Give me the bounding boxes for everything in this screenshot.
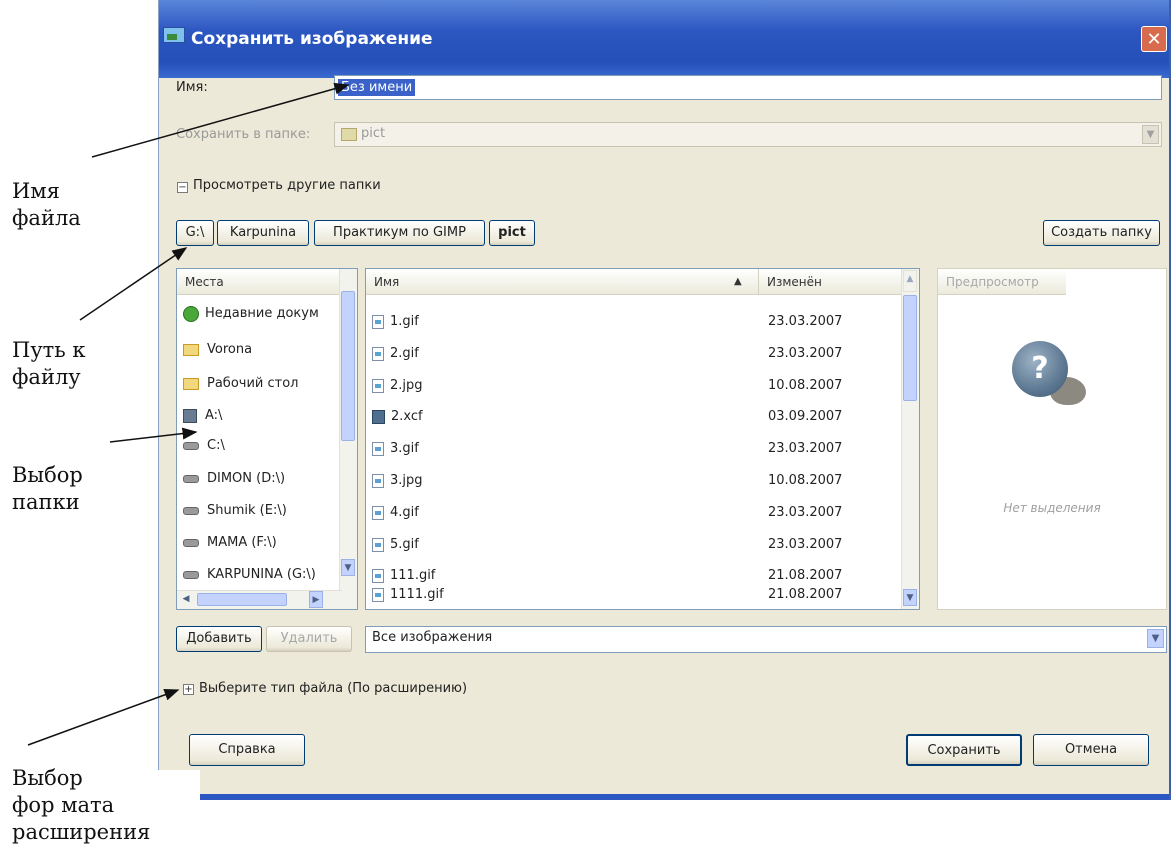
annotation-folder: Выбор папки — [12, 463, 83, 514]
annotation-format: Выбор фор мата расширения — [12, 766, 151, 844]
arrow-path — [79, 247, 188, 321]
annotation-filename: Имя файла — [12, 179, 81, 230]
arrow-filename — [91, 82, 350, 158]
arrow-folder — [109, 427, 198, 443]
arrow-format — [27, 689, 180, 746]
annotation-arrows — [27, 82, 350, 746]
annotation-path: Путь к файлу — [12, 338, 86, 389]
